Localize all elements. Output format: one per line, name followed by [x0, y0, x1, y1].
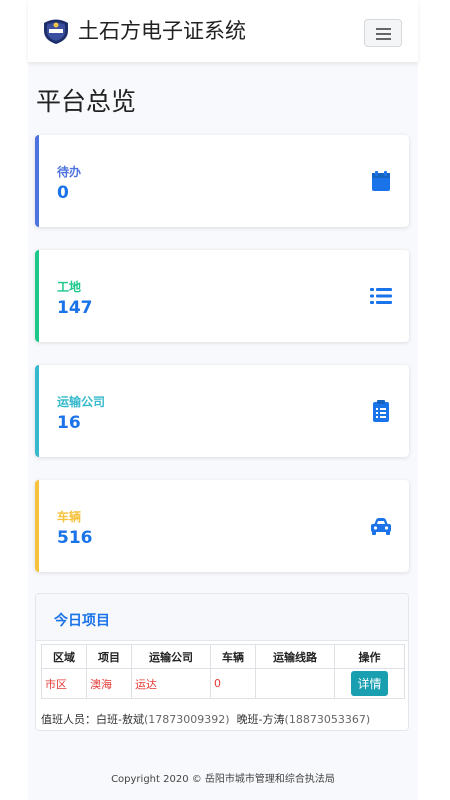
- hamburger-icon-line: [376, 33, 391, 35]
- stat-label: 车辆: [57, 510, 82, 524]
- cell-company: 运达: [131, 668, 211, 699]
- cell-vehicles: 0: [210, 668, 256, 699]
- stat-label: 待办: [57, 165, 82, 179]
- stat-value: 516: [57, 528, 93, 548]
- card-accent-bar: [35, 480, 39, 572]
- table-header-row: 区域 项目 运输公司 车辆 运输线路 操作: [41, 644, 405, 669]
- column-header: 项目: [86, 644, 132, 669]
- page: 土石方电子证系统 平台总览 待办 0 工地 147 运输公司 16 车辆 516…: [28, 0, 418, 800]
- cell-action: 详情: [334, 668, 405, 699]
- stat-card-todo[interactable]: 待办 0: [35, 135, 409, 227]
- stat-value: 16: [57, 413, 81, 433]
- column-header: 运输线路: [255, 644, 335, 669]
- cell-route: [255, 668, 335, 699]
- hamburger-icon-line: [376, 38, 391, 40]
- card-title: 今日项目: [54, 613, 110, 629]
- cell-project: 澳海: [86, 668, 132, 699]
- stat-value: 147: [57, 298, 93, 318]
- top-navbar: 土石方电子证系统: [28, 0, 418, 62]
- stat-value: 0: [57, 183, 69, 203]
- stat-card-vehicles[interactable]: 车辆 516: [35, 480, 409, 572]
- today-projects-card: 今日项目 区域 项目 运输公司 车辆 运输线路 操作 市区 澳海 运达 0 详情…: [35, 593, 409, 731]
- column-header: 区域: [41, 644, 87, 669]
- night-shift-name: 晚班-方涛: [236, 713, 285, 726]
- column-header: 运输公司: [131, 644, 211, 669]
- table-row: 市区 澳海 运达 0 详情: [41, 668, 405, 699]
- stat-card-transport-companies[interactable]: 运输公司 16: [35, 365, 409, 457]
- duty-staff-line: 值班人员：白班-敖斌(17873009392) 晚班-方涛(1887305336…: [41, 711, 370, 727]
- duty-label: 值班人员：: [41, 713, 96, 726]
- clipboard-icon: [373, 400, 389, 422]
- day-shift-name: 白班-敖斌: [96, 713, 144, 726]
- card-header: 今日项目: [36, 594, 408, 641]
- page-title: 平台总览: [36, 87, 137, 116]
- calendar-icon: [372, 171, 390, 191]
- stat-label: 工地: [57, 280, 82, 294]
- hamburger-icon: [376, 28, 391, 30]
- today-projects-table: 区域 项目 运输公司 车辆 运输线路 操作 市区 澳海 运达 0 详情: [41, 644, 405, 699]
- police-badge-logo-icon: [44, 19, 68, 44]
- list-icon: [370, 288, 392, 304]
- card-accent-bar: [35, 365, 39, 457]
- day-shift-phone: (17873009392): [143, 713, 230, 726]
- menu-toggle-button[interactable]: [364, 19, 402, 47]
- details-button[interactable]: 详情: [351, 671, 388, 696]
- stat-label: 运输公司: [57, 395, 106, 409]
- card-accent-bar: [35, 250, 39, 342]
- stat-card-sites[interactable]: 工地 147: [35, 250, 409, 342]
- column-header: 操作: [334, 644, 405, 669]
- footer-copyright: Copyright 2020 © 岳阳市城市管理和综合执法局: [111, 774, 335, 785]
- cell-area: 市区: [41, 668, 87, 699]
- night-shift-phone: (18873053367): [284, 713, 371, 726]
- app-title[interactable]: 土石方电子证系统: [78, 15, 246, 45]
- car-icon: [371, 518, 391, 535]
- column-header: 车辆: [210, 644, 256, 669]
- card-accent-bar: [35, 135, 39, 227]
